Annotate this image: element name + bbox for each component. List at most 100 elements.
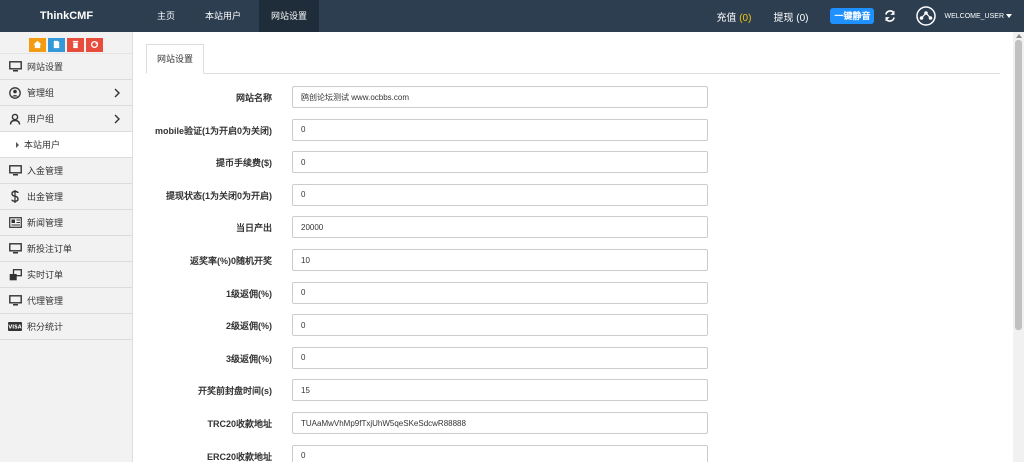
sidebar-item-label: 管理组 bbox=[27, 88, 55, 98]
top-right-actions: 充值 (0) 提现 (0) 一键静音 WELCOME_USER bbox=[716, 0, 1024, 32]
sidebar-item-points-statistics[interactable]: VISA 积分统计 bbox=[0, 314, 132, 340]
chevron-down-icon bbox=[1006, 14, 1012, 18]
caret-right-icon bbox=[16, 141, 19, 148]
erc20-address-input[interactable] bbox=[292, 444, 708, 462]
field-label: TRC20收款地址 bbox=[207, 419, 272, 429]
form-row: 提现状态(1为关闭0为开启) bbox=[134, 183, 1011, 208]
recharge-link[interactable]: 充值 (0) bbox=[716, 9, 751, 24]
sidebar-item-news-management[interactable]: 新闻管理 bbox=[0, 210, 132, 236]
monitor-icon bbox=[8, 295, 22, 307]
mobile-verify-input[interactable] bbox=[292, 118, 708, 141]
newspaper-icon bbox=[8, 217, 22, 229]
monitor-icon bbox=[8, 243, 22, 255]
field-label: 返奖率(%)0随机开奖 bbox=[189, 256, 272, 266]
withdraw-count: (0) bbox=[796, 12, 809, 24]
recharge-count: (0) bbox=[739, 12, 752, 24]
form-row: 开奖前封盘时间(s) bbox=[134, 379, 1011, 403]
main-content: 网站设置 网站名称 mobile验证(1为开启0为关闭) 提币手续费($) 提现… bbox=[134, 32, 1011, 462]
sidebar-item-label: 本站用户 bbox=[24, 140, 61, 150]
field-label: 3级返佣(%) bbox=[225, 353, 272, 364]
withdraw-status-input[interactable] bbox=[292, 183, 708, 206]
monitor-icon bbox=[8, 61, 22, 73]
form-row: TRC20收款地址 bbox=[134, 412, 1011, 436]
top-navbar: ThinkCMF 主页 本站用户 网站设置 充值 (0) 提现 (0) 一键静音 bbox=[0, 0, 1024, 32]
brand-logo[interactable]: ThinkCMF bbox=[0, 0, 133, 32]
daily-output-input[interactable] bbox=[292, 216, 708, 239]
withdraw-label: 提现 bbox=[773, 12, 794, 24]
user-menu[interactable]: WELCOME_USER bbox=[916, 6, 1012, 26]
sidebar-item-withdrawal-management[interactable]: 出金管理 bbox=[0, 184, 132, 210]
level3-commission-input[interactable] bbox=[292, 346, 708, 369]
sidebar-item-new-bet-orders[interactable]: 新投注订单 bbox=[0, 236, 132, 262]
sidebar-item-realtime-orders[interactable]: 实时订单 bbox=[0, 262, 132, 288]
field-label: ERC20收款地址 bbox=[206, 451, 272, 462]
withdraw-link[interactable]: 提现 (0) bbox=[773, 9, 808, 24]
sidebar-item-label: 新投注订单 bbox=[27, 244, 73, 254]
form-row: 网站名称 bbox=[134, 86, 1011, 110]
vertical-scrollbar[interactable] bbox=[1013, 32, 1024, 462]
nav-home[interactable]: 主页 bbox=[145, 0, 187, 32]
sidebar-subitem-site-users[interactable]: 本站用户 bbox=[0, 132, 132, 158]
chevron-right-icon bbox=[114, 88, 120, 98]
svg-text:VISA: VISA bbox=[8, 325, 21, 331]
recharge-label: 充值 bbox=[716, 12, 737, 24]
shortcut-trash-button[interactable] bbox=[67, 37, 84, 52]
username: WELCOME_USER bbox=[944, 12, 1004, 20]
field-label: 提币手续费($) bbox=[216, 158, 272, 169]
shortcut-document-button[interactable] bbox=[48, 37, 65, 52]
field-label: mobile验证(1为开启0为关闭) bbox=[154, 125, 272, 136]
home-icon bbox=[33, 40, 42, 49]
sidebar-item-site-settings[interactable]: 网站设置 bbox=[0, 54, 132, 80]
trc20-address-input[interactable] bbox=[292, 412, 708, 434]
field-label: 当日产出 bbox=[235, 223, 272, 234]
sidebar-item-agent-management[interactable]: 代理管理 bbox=[0, 288, 132, 314]
sidebar-item-label: 出金管理 bbox=[27, 192, 64, 202]
nav-site-settings[interactable]: 网站设置 bbox=[259, 0, 320, 32]
field-label: 开奖前封盘时间(s) bbox=[198, 386, 272, 397]
scroll-up-arrow-icon[interactable] bbox=[1016, 34, 1022, 38]
field-label: 1级返佣(%) bbox=[225, 288, 272, 299]
form-row: mobile验证(1为开启0为关闭) bbox=[134, 118, 1011, 143]
withdraw-fee-input[interactable] bbox=[292, 151, 708, 174]
sidebar-item-deposit-management[interactable]: 入金管理 bbox=[0, 158, 132, 184]
chevron-right-icon bbox=[114, 114, 120, 124]
monitor-icon bbox=[8, 165, 22, 177]
sidebar-item-label: 代理管理 bbox=[27, 296, 64, 306]
user-icon bbox=[8, 113, 22, 125]
sidebar-item-label: 入金管理 bbox=[27, 166, 64, 176]
level1-commission-input[interactable] bbox=[292, 281, 708, 304]
level2-commission-input[interactable] bbox=[292, 314, 708, 337]
tab-bar: 网站设置 bbox=[146, 44, 1000, 74]
trash-icon bbox=[72, 40, 79, 49]
form-row: ERC20收款地址 bbox=[134, 444, 1011, 462]
close-before-draw-input[interactable] bbox=[292, 379, 708, 402]
refresh-icon[interactable] bbox=[884, 10, 896, 22]
form-row: 提币手续费($) bbox=[134, 151, 1011, 175]
top-nav: 主页 本站用户 网站设置 bbox=[145, 0, 325, 32]
field-label: 提现状态(1为关闭0为开启) bbox=[165, 190, 272, 201]
sidebar-item-label: 新闻管理 bbox=[27, 218, 64, 228]
user-circle-icon bbox=[8, 86, 22, 99]
scrollbar-thumb[interactable] bbox=[1015, 40, 1022, 330]
windows-icon bbox=[8, 268, 22, 281]
nav-site-users[interactable]: 本站用户 bbox=[193, 0, 253, 32]
payout-rate-input[interactable] bbox=[292, 249, 708, 271]
sidebar-item-user-group[interactable]: 用户组 bbox=[0, 106, 132, 132]
sidebar-shortcuts bbox=[0, 32, 132, 54]
sidebar-item-label: 网站设置 bbox=[27, 62, 64, 72]
form-row: 1级返佣(%) bbox=[134, 281, 1011, 306]
recycle-icon bbox=[90, 40, 99, 49]
mute-all-button[interactable]: 一键静音 bbox=[830, 8, 875, 24]
visa-card-icon: VISA bbox=[8, 321, 22, 333]
field-label: 2级返佣(%) bbox=[225, 321, 272, 332]
sidebar-item-admin-group[interactable]: 管理组 bbox=[0, 80, 132, 106]
dollar-icon bbox=[8, 190, 22, 203]
shortcut-home-button[interactable] bbox=[29, 37, 46, 52]
shortcut-recycle-button[interactable] bbox=[86, 37, 103, 52]
field-label: 网站名称 bbox=[235, 93, 272, 103]
sidebar: 网站设置 管理组 用户组 本站用户 入金管理 出金管理 新闻管理 新投注订单 实… bbox=[0, 32, 133, 462]
user-avatar-icon bbox=[916, 6, 937, 26]
form-row: 3级返佣(%) bbox=[134, 346, 1011, 371]
site-name-input[interactable] bbox=[292, 86, 708, 108]
tab-site-settings[interactable]: 网站设置 bbox=[146, 44, 205, 74]
